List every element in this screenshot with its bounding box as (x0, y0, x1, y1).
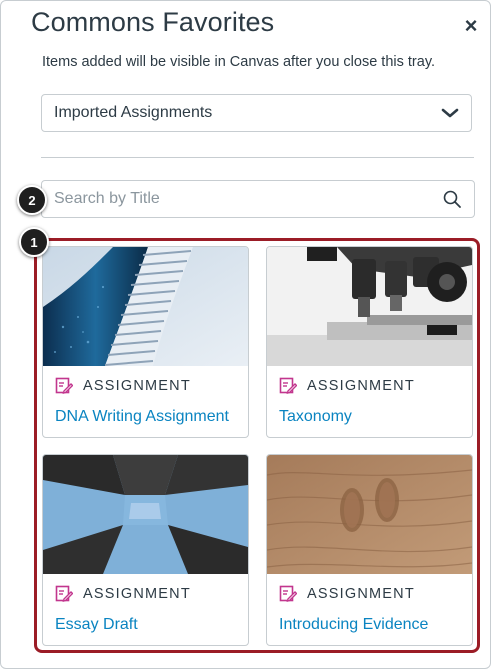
search-icon[interactable] (442, 189, 462, 209)
card-type: ASSIGNMENT (279, 585, 415, 603)
chevron-down-icon (441, 108, 459, 118)
callout-badge-1: 1 (19, 227, 49, 257)
search-field[interactable] (41, 180, 475, 218)
tray-title: Commons Favorites (31, 7, 275, 37)
filter-selected-value: Imported Assignments (54, 104, 213, 121)
assignment-icon (279, 585, 297, 602)
card-type-label: ASSIGNMENT (83, 378, 191, 394)
commons-favorites-tray: Commons Favorites × Items added will be … (0, 0, 491, 669)
skyward-buildings-photo (43, 455, 248, 574)
card-type: ASSIGNMENT (279, 377, 415, 395)
favorite-card[interactable]: ASSIGNMENT Taxonomy (266, 246, 473, 438)
favorite-card[interactable]: ASSIGNMENT DNA Writing Assignment (42, 246, 249, 438)
spiral-building-photo (43, 247, 248, 366)
card-title-link[interactable]: Essay Draft (55, 616, 138, 634)
divider (41, 157, 474, 158)
favorite-card[interactable]: ASSIGNMENT Essay Draft (42, 454, 249, 646)
card-title-link[interactable]: DNA Writing Assignment (55, 408, 229, 426)
assignment-icon (279, 377, 297, 394)
search-input[interactable] (52, 189, 442, 209)
card-type-label: ASSIGNMENT (83, 586, 191, 602)
callout-badge-2: 2 (17, 185, 47, 215)
favorite-card[interactable]: ASSIGNMENT Introducing Evidence (266, 454, 473, 646)
assignment-icon (55, 377, 73, 394)
microscope-photo (267, 247, 472, 366)
assignment-icon (55, 585, 73, 602)
card-type-label: ASSIGNMENT (307, 586, 415, 602)
card-title-link[interactable]: Introducing Evidence (279, 616, 428, 634)
card-type-label: ASSIGNMENT (307, 378, 415, 394)
close-button[interactable]: × (460, 13, 482, 38)
card-type: ASSIGNMENT (55, 585, 191, 603)
card-title-link[interactable]: Taxonomy (279, 408, 352, 426)
footprints-in-sand-photo (267, 455, 472, 574)
close-icon: × (464, 13, 478, 38)
tray-hint: Items added will be visible in Canvas af… (42, 54, 436, 70)
card-type: ASSIGNMENT (55, 377, 191, 395)
content-filter-select[interactable]: Imported Assignments (41, 94, 472, 132)
